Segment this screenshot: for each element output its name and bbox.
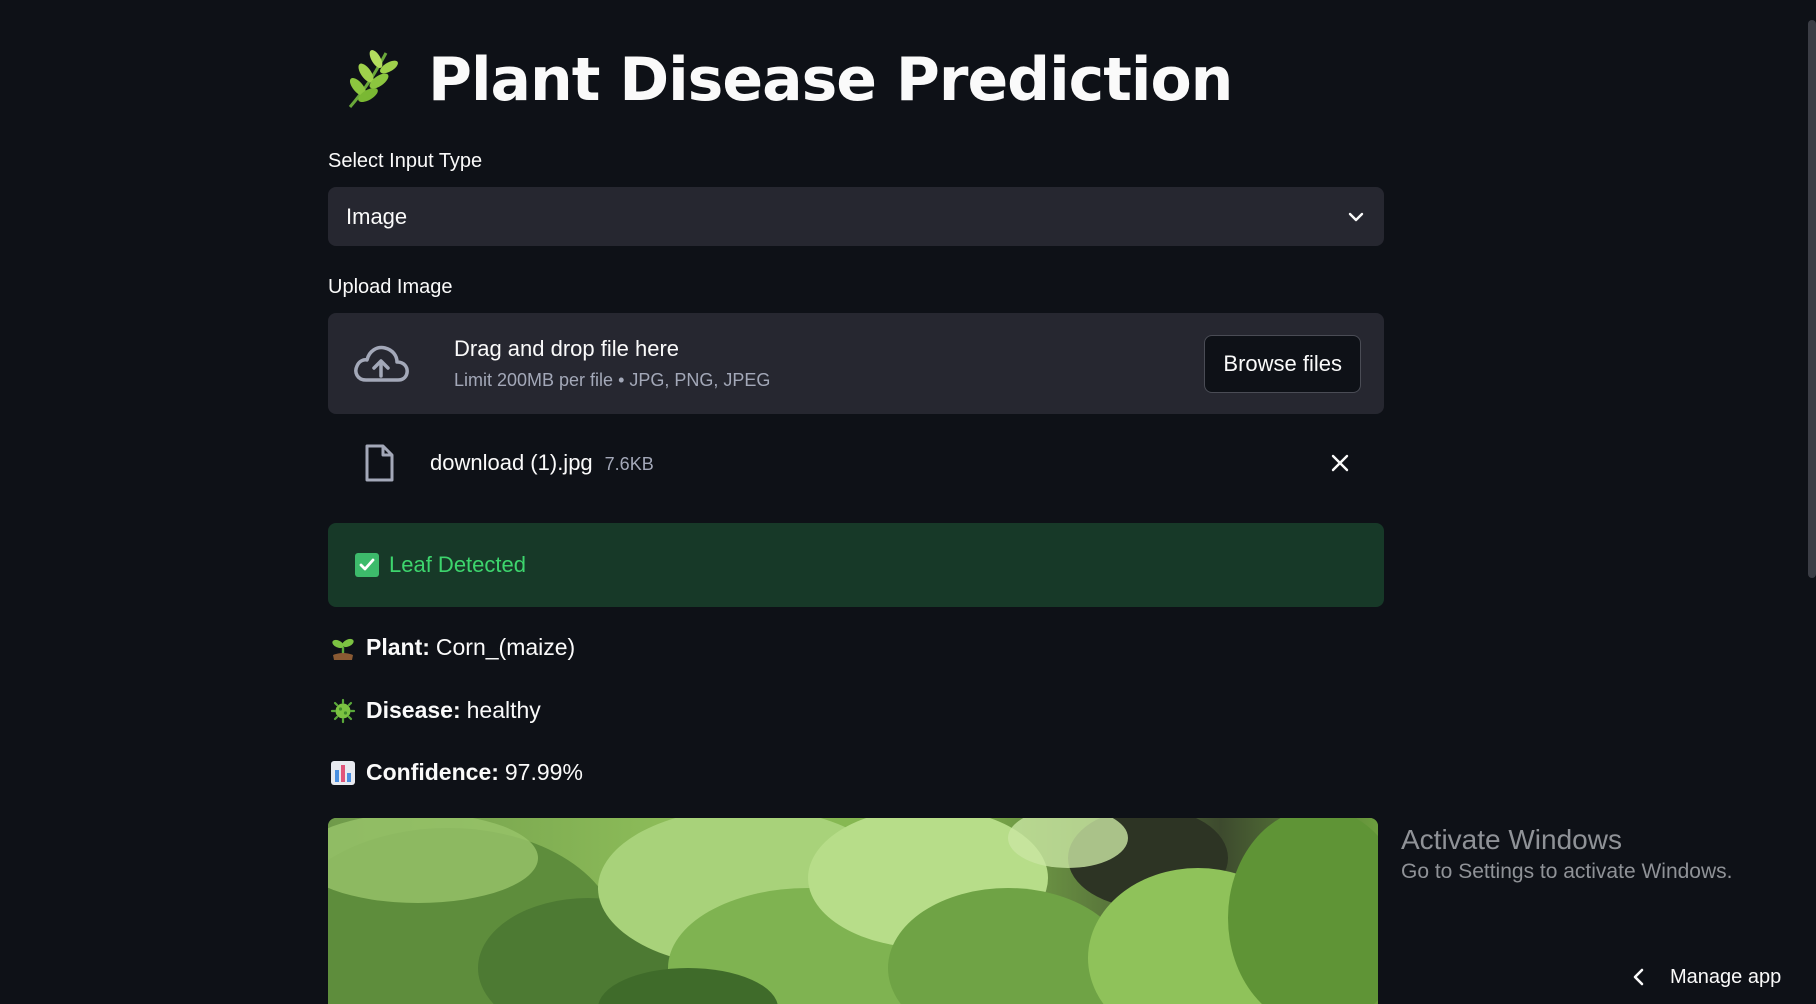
app-page: Plant Disease Prediction Select Input Ty…	[0, 0, 1816, 1004]
manage-app-label: Manage app	[1670, 965, 1782, 988]
check-mark-icon	[355, 553, 379, 577]
alert-text: Leaf Detected	[389, 552, 526, 577]
input-type-label: Select Input Type	[328, 150, 483, 172]
cloud-upload-icon	[354, 345, 409, 382]
input-type-select[interactable]: Image	[328, 187, 1384, 246]
windows-activation-watermark: Activate Windows Go to Settings to activ…	[1401, 824, 1733, 884]
title-row: Plant Disease Prediction	[328, 38, 1233, 122]
plant-result: Plant: Corn_(maize)	[330, 634, 575, 661]
dropzone-texts: Drag and drop file here Limit 200MB per …	[454, 336, 1204, 391]
file-dropzone[interactable]: Drag and drop file here Limit 200MB per …	[328, 313, 1384, 414]
file-icon	[365, 444, 394, 482]
scrollbar-thumb[interactable]	[1808, 20, 1816, 578]
upload-label: Upload Image	[328, 276, 453, 298]
bar-chart-icon	[331, 760, 355, 785]
disease-label: Disease:	[366, 697, 461, 723]
plant-label: Plant:	[366, 634, 430, 660]
manage-app-button[interactable]: Manage app	[1632, 962, 1781, 992]
plant-value: Corn_(maize)	[435, 634, 576, 660]
confidence-label: Confidence:	[366, 759, 499, 785]
dropzone-limits: Limit 200MB per file • JPG, PNG, JPEG	[454, 370, 771, 390]
close-icon	[1331, 454, 1349, 472]
uploaded-file-row: download (1).jpg 7.6KB	[328, 434, 1384, 492]
uploaded-leaf-image	[328, 818, 1378, 1004]
watermark-title: Activate Windows	[1401, 824, 1622, 855]
browse-files-button[interactable]: Browse files	[1204, 334, 1361, 393]
confidence-value: 97.99%	[504, 759, 583, 785]
chevron-left-icon	[1633, 968, 1644, 986]
microbe-icon	[330, 698, 356, 723]
file-name: download (1).jpg	[430, 450, 593, 475]
remove-file-button[interactable]	[1324, 447, 1356, 479]
seedling-icon	[332, 638, 354, 660]
disease-result: Disease: healthy	[330, 697, 541, 724]
chevron-down-icon	[1348, 212, 1364, 221]
page-scrollbar[interactable]	[1808, 0, 1816, 1004]
page-title: Plant Disease Prediction	[428, 45, 1233, 115]
watermark-subtitle: Go to Settings to activate Windows.	[1401, 860, 1733, 883]
disease-value: healthy	[466, 697, 541, 723]
herb-icon	[348, 50, 398, 108]
success-alert: Leaf Detected	[328, 523, 1384, 607]
confidence-result: Confidence: 97.99%	[330, 759, 583, 786]
file-size: 7.6KB	[604, 453, 654, 474]
input-type-value: Image	[346, 203, 408, 229]
dropzone-title: Drag and drop file here	[454, 336, 680, 361]
